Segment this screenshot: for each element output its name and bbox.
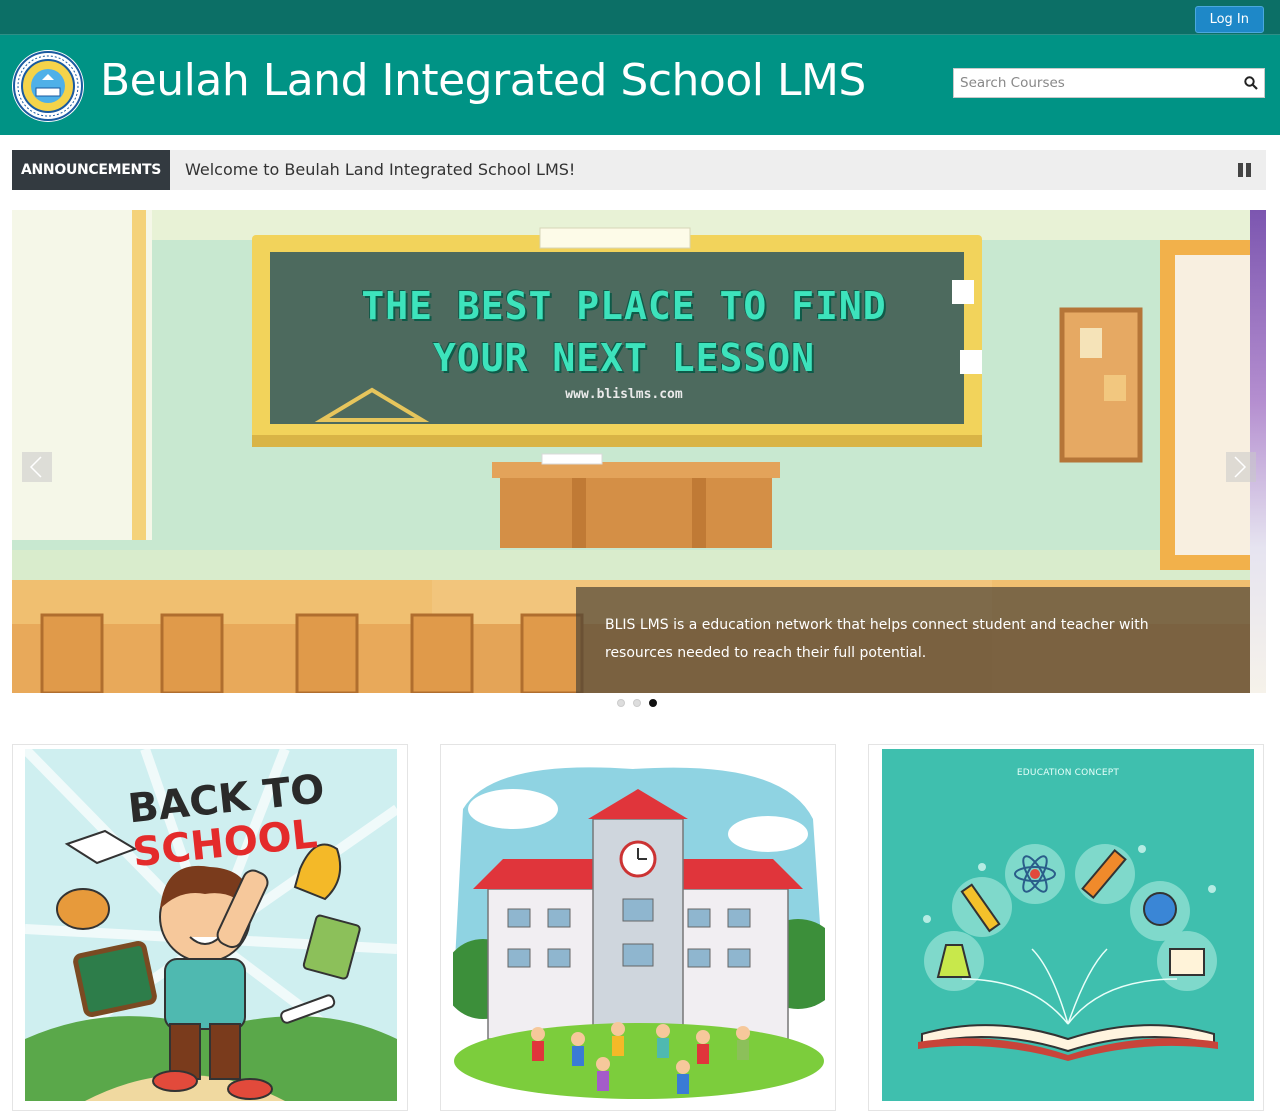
top-bar: Log In [0, 0, 1280, 35]
site-title[interactable]: Beulah Land Integrated School LMS [100, 55, 866, 106]
back-to-school-image: BACK TO SCHOOL [25, 749, 397, 1101]
slider-dot-1[interactable] [617, 699, 625, 707]
announcements-label: ANNOUNCEMENTS [12, 150, 170, 190]
slide-heading: THE BEST PLACE TO FIND YOUR NEXT LESSON [312, 280, 936, 384]
slider-dot-3[interactable] [649, 699, 657, 707]
chevron-left-icon [29, 456, 42, 478]
slide-caption: BLIS LMS is a education network that hel… [576, 587, 1250, 693]
feature-card-2[interactable] [440, 744, 836, 1111]
site-header: Beulah Land Integrated School LMS [0, 35, 1280, 135]
slide-heading-line2: YOUR NEXT LESSON [432, 336, 816, 380]
slide-caption-text: BLIS LMS is a education network that hel… [605, 617, 1149, 661]
education-concept-image: EDUCATION CONCEPT [882, 749, 1254, 1101]
slider-dot-2[interactable] [633, 699, 641, 707]
feature-card-3[interactable]: EDUCATION CONCEPT [868, 744, 1264, 1111]
slider-next-button[interactable] [1226, 452, 1256, 482]
pause-icon[interactable] [1238, 163, 1252, 177]
hero-slider: THE BEST PLACE TO FIND YOUR NEXT LESSON … [12, 210, 1266, 693]
slide-heading-line1: THE BEST PLACE TO FIND [361, 284, 887, 328]
education-concept-label: EDUCATION CONCEPT [1016, 768, 1120, 778]
slide-url: www.blislms.com [565, 387, 683, 402]
chevron-right-icon [1234, 456, 1247, 478]
announcement-text[interactable]: Welcome to Beulah Land Integrated School… [185, 150, 575, 190]
feature-card-1[interactable]: BACK TO SCHOOL [12, 744, 408, 1111]
course-search [953, 68, 1265, 98]
announcement-ticker: ANNOUNCEMENTS Welcome to Beulah Land Int… [12, 150, 1266, 190]
slider-prev-button[interactable] [22, 452, 52, 482]
school-logo[interactable] [12, 50, 84, 122]
search-icon[interactable] [1244, 76, 1258, 90]
school-building-image [453, 749, 825, 1101]
login-button[interactable]: Log In [1194, 6, 1264, 33]
search-input[interactable] [954, 69, 1234, 97]
